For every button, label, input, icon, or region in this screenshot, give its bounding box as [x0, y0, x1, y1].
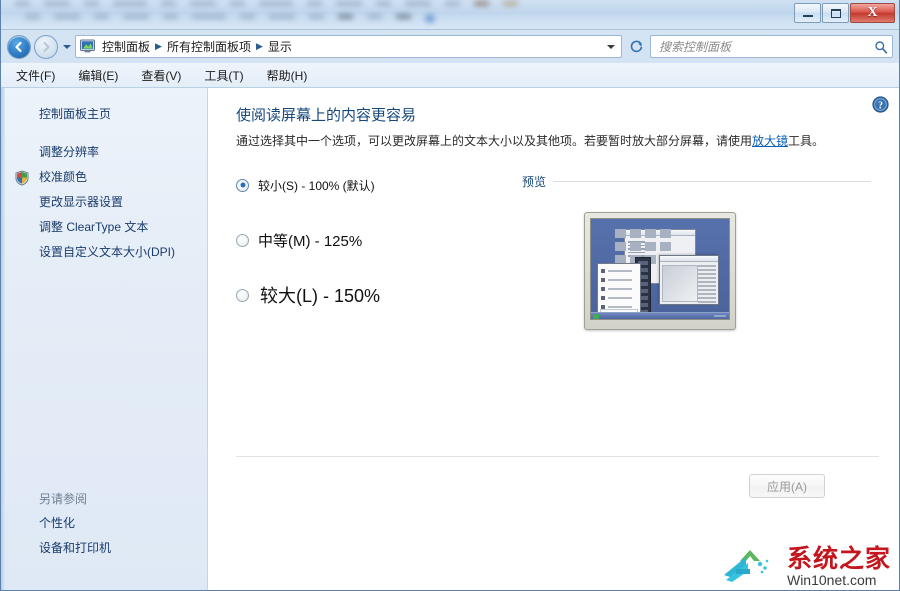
sidebar-item-control-panel-home[interactable]: 控制面板主页 [1, 102, 207, 127]
search-box[interactable] [650, 35, 893, 58]
watermark-title: 系统之家 [786, 544, 891, 573]
preview-label: 预览 [522, 175, 547, 189]
watermark-logo-icon [723, 549, 769, 582]
forward-button[interactable] [34, 34, 58, 59]
page-title: 使阅读屏幕上的内容更容易 [236, 107, 417, 124]
sidebar-item-label: 个性化 [39, 516, 76, 530]
preview-taskbar [591, 312, 729, 319]
svg-text:?: ? [878, 100, 883, 111]
back-button[interactable] [7, 34, 31, 59]
help-icon[interactable]: ? [872, 96, 889, 113]
maximize-button[interactable] [822, 3, 849, 23]
sidebar-item-calibrate-color[interactable]: 校准颜色 [1, 165, 207, 190]
sidebar-item-adjust-resolution[interactable]: 调整分辨率 [1, 140, 207, 165]
watermark-text: 系统之家 Win10net.com [787, 546, 891, 587]
title-bar: X [1, 0, 899, 30]
sidebar-item-label: 调整 ClearType 文本 [39, 220, 149, 234]
close-icon: X [867, 5, 878, 20]
radio-indicator[interactable] [236, 288, 249, 302]
minimize-icon [803, 15, 813, 17]
breadcrumb-separator: ▶ [255, 41, 263, 51]
radio-indicator[interactable] [236, 233, 249, 247]
titlebar-ghost-content-bottom [25, 14, 435, 23]
apply-button[interactable]: 应用(A) [749, 474, 825, 498]
apply-divider [236, 456, 879, 457]
radio-label: 较大(L) - 150% [260, 286, 381, 306]
close-button[interactable]: X [850, 3, 895, 23]
magnifier-link[interactable]: 放大镜 [752, 134, 788, 148]
radio-option-medium[interactable]: 中等(M) - 125% [236, 230, 506, 250]
sidebar-item-label: 更改显示器设置 [39, 195, 124, 209]
body-split: 控制面板主页 调整分辨率 校准颜色 更改显示器设置 调整 ClearType 文… [1, 88, 899, 590]
page-description: 通过选择其中一个选项，可以更改屏幕上的文本大小以及其他项。若要暂时放大部分屏幕，… [236, 132, 871, 151]
radio-option-larger[interactable]: 较大(L) - 150% [236, 284, 506, 306]
see-also-header: 另请参阅 [39, 492, 88, 506]
breadcrumb-separator: ▶ [155, 41, 162, 51]
sidebar-item-label: 调整分辨率 [39, 145, 100, 159]
breadcrumb: 控制面板 ▶ 所有控制面板项 ▶ 显示 [98, 36, 603, 57]
sidebar-item-label: 设置自定义文本大小(DPI) [39, 245, 175, 259]
sidebar: 控制面板主页 调整分辨率 校准颜色 更改显示器设置 调整 ClearType 文… [1, 88, 208, 590]
sidebar-item-personalization[interactable]: 个性化 [1, 511, 207, 536]
apply-row: 应用(A) [236, 456, 879, 498]
refresh-icon [630, 40, 642, 53]
preview-window-left [597, 263, 641, 317]
options-row: 较小(S) - 100% (默认) 中等(M) - 125% 较大(L) - 1… [208, 173, 899, 330]
preview-divider [553, 181, 871, 182]
sidebar-item-change-display-settings[interactable]: 更改显示器设置 [1, 190, 207, 215]
preview-monitor [584, 212, 736, 330]
watermark: 系统之家 Win10net.com [720, 546, 891, 587]
breadcrumb-item-2[interactable]: 显示 [264, 36, 296, 57]
address-dropdown-button[interactable] [603, 36, 619, 57]
back-arrow-icon [15, 41, 22, 52]
preview-column: 预览 [506, 173, 871, 330]
menu-bar: 文件(F) 编辑(E) 查看(V) 工具(T) 帮助(H) [1, 63, 899, 88]
description-text-before: 通过选择其中一个选项，可以更改屏幕上的文本大小以及其他项。若要暂时放大部分屏幕，… [236, 134, 753, 148]
titlebar-ghost-content-top [15, 1, 518, 6]
control-panel-icon [79, 39, 96, 54]
address-bar-row: 控制面板 ▶ 所有控制面板项 ▶ 显示 [1, 30, 899, 63]
window-controls: X [794, 3, 895, 23]
see-also-section: 另请参阅 个性化 设备和打印机 [1, 486, 207, 561]
chevron-down-icon [62, 44, 71, 49]
radio-option-smaller[interactable]: 较小(S) - 100% (默认) [236, 175, 506, 195]
radio-label: 较小(S) - 100% (默认) [258, 178, 375, 193]
search-icon [875, 40, 888, 54]
sidebar-item-label: 设备和打印机 [39, 541, 112, 555]
description-text-after: 工具。 [788, 134, 825, 148]
sidebar-item-devices-and-printers[interactable]: 设备和打印机 [1, 536, 207, 561]
text-size-radio-group: 较小(S) - 100% (默认) 中等(M) - 125% 较大(L) - 1… [236, 173, 506, 330]
radio-indicator[interactable] [236, 178, 249, 192]
sidebar-item-label: 控制面板主页 [39, 107, 112, 121]
main-content: ? 使阅读屏幕上的内容更容易 通过选择其中一个选项，可以更改屏幕上的文本大小以及… [208, 88, 899, 590]
address-bar[interactable]: 控制面板 ▶ 所有控制面板项 ▶ 显示 [75, 35, 622, 58]
sidebar-item-adjust-cleartype-text[interactable]: 调整 ClearType 文本 [1, 215, 207, 240]
menu-file[interactable]: 文件(F) [14, 65, 57, 86]
shield-icon [14, 169, 30, 186]
sidebar-item-label: 校准颜色 [39, 170, 88, 184]
preview-screen [590, 218, 730, 320]
watermark-url: Win10net.com [786, 572, 877, 588]
menu-help[interactable]: 帮助(H) [265, 65, 310, 86]
maximize-icon [831, 9, 841, 18]
forward-arrow-icon [43, 41, 50, 52]
minimize-button[interactable] [794, 3, 821, 23]
radio-label: 中等(M) - 125% [258, 232, 363, 250]
preview-group-header: 预览 [522, 173, 871, 190]
preview-window-front [659, 255, 719, 305]
menu-edit[interactable]: 编辑(E) [76, 65, 120, 86]
menu-tools[interactable]: 工具(T) [202, 65, 245, 86]
chevron-down-icon [607, 44, 615, 49]
breadcrumb-item-0[interactable]: 控制面板 [98, 36, 154, 57]
menu-view[interactable]: 查看(V) [139, 65, 183, 86]
recent-pages-button[interactable] [61, 36, 72, 58]
breadcrumb-item-1[interactable]: 所有控制面板项 [163, 36, 255, 57]
refresh-button[interactable] [625, 35, 647, 58]
control-panel-window: X 控制面板 ▶ 所有控制面板项 ▶ 显示 搜索控制面板 文件(F) 编辑(E)… [0, 0, 900, 591]
sidebar-item-set-custom-text-size[interactable]: 设置自定义文本大小(DPI) [1, 240, 207, 265]
search-input[interactable] [659, 39, 874, 54]
